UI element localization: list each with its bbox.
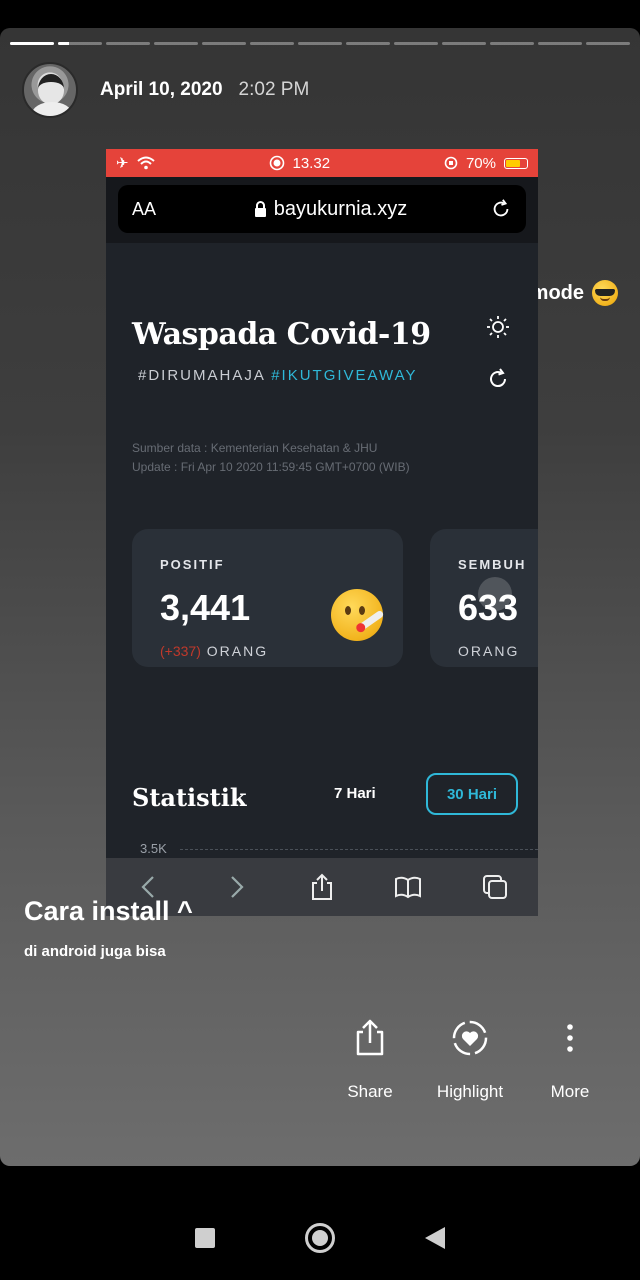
- page-title: Waspada Covid-19: [132, 317, 431, 352]
- share-icon[interactable]: [307, 872, 337, 902]
- card-label: SEMBUH: [458, 557, 527, 572]
- highlight-heart-icon: [452, 1020, 488, 1056]
- hashtags: #DIRUMAHAJA #IKUTGIVEAWAY: [138, 367, 418, 384]
- progress-segment: [538, 42, 582, 45]
- url-text[interactable]: bayukurnia.xyz: [274, 198, 407, 221]
- airplane-icon: ✈: [116, 155, 129, 172]
- reader-aa-button[interactable]: AA: [132, 199, 172, 220]
- progress-segment: [346, 42, 390, 45]
- story-progress: [10, 42, 630, 45]
- card-delta: (+337): [160, 643, 201, 659]
- forward-chevron-icon[interactable]: [221, 872, 251, 902]
- more-vertical-icon: [567, 1024, 573, 1052]
- battery-percent: 70%: [465, 154, 496, 172]
- browser-address-area: AA bayukurnia.xyz: [106, 177, 538, 243]
- hashtag-dirumahaja: #DIRUMAHAJA: [138, 367, 266, 384]
- address-bar[interactable]: AA bayukurnia.xyz: [118, 185, 526, 233]
- embedded-screenshot: ✈ 13.32 70% AA bayukurnia.xyz Waspada Co…: [106, 149, 538, 916]
- progress-segment: [394, 42, 438, 45]
- share-label: Share: [347, 1082, 393, 1101]
- phone-status-bar: ✈ 13.32 70%: [106, 149, 538, 177]
- progress-segment: [202, 42, 246, 45]
- share-button[interactable]: Share: [320, 1018, 420, 1102]
- story-header: April 10, 2020 2:02 PM: [22, 62, 309, 118]
- card-value: 3,441: [160, 587, 251, 628]
- back-triangle-icon[interactable]: [425, 1227, 445, 1249]
- phone-time: 13.32: [292, 154, 331, 172]
- highlight-label: Highlight: [436, 1082, 504, 1101]
- thermometer-face-emoji-icon: [331, 589, 385, 641]
- progress-segment: [442, 42, 486, 45]
- story-subcaption: di android juga bisa: [24, 943, 166, 960]
- recents-square-icon[interactable]: [195, 1228, 215, 1248]
- statistics-title: Statistik: [132, 783, 247, 812]
- battery-icon: [504, 157, 528, 169]
- progress-segment: [490, 42, 534, 45]
- progress-segment: [250, 42, 294, 45]
- story-date: April 10, 2020: [100, 79, 223, 100]
- progress-segment: [58, 42, 102, 45]
- highlight-button[interactable]: Highlight: [420, 1018, 520, 1102]
- card-label: POSITIF: [160, 557, 225, 572]
- avatar[interactable]: [22, 62, 78, 118]
- progress-segment: [154, 42, 198, 45]
- positive-card[interactable]: POSITIF 3,441 (+337) ORANG: [132, 529, 403, 667]
- story-caption: Cara install ^: [24, 896, 193, 926]
- rotation-lock-icon: [444, 156, 458, 170]
- record-icon: [269, 155, 284, 171]
- progress-segment: [298, 42, 342, 45]
- more-label: More: [550, 1082, 590, 1101]
- wifi-icon: [136, 156, 155, 170]
- android-nav-bar: [0, 1196, 640, 1280]
- refresh-icon[interactable]: [486, 367, 510, 391]
- progress-segment: [106, 42, 150, 45]
- y-axis-tick: 3.5K: [140, 841, 167, 856]
- reload-icon[interactable]: [490, 198, 512, 220]
- hashtag-ikutgiveaway[interactable]: #IKUTGIVEAWAY: [271, 367, 417, 384]
- bookmarks-icon[interactable]: [393, 872, 423, 902]
- home-circle-icon[interactable]: [305, 1223, 335, 1253]
- recovered-card[interactable]: SEMBUH 633 ORANG: [430, 529, 538, 667]
- card-unit: ORANG: [458, 643, 520, 659]
- tabs-icon[interactable]: [480, 872, 510, 902]
- web-content: Waspada Covid-19 #DIRUMAHAJA #IKUTGIVEAW…: [106, 243, 538, 858]
- sunglasses-emoji-icon: [592, 280, 618, 306]
- chart-gridline: [180, 849, 538, 850]
- story-actions: Share Highlight More: [320, 1018, 620, 1102]
- range-30-days-button[interactable]: 30 Hari: [426, 773, 518, 815]
- update-line: Update : Fri Apr 10 2020 11:59:45 GMT+07…: [132, 460, 410, 474]
- story-time: 2:02 PM: [238, 79, 310, 100]
- sun-icon[interactable]: [486, 315, 510, 339]
- progress-segment: [10, 42, 54, 45]
- source-line: Sumber data : Kementerian Kesehatan & JH…: [132, 441, 378, 455]
- more-button[interactable]: More: [520, 1018, 620, 1102]
- data-source: Sumber data : Kementerian Kesehatan & JH…: [132, 439, 410, 477]
- card-value: 633: [458, 587, 519, 628]
- range-7-days-button[interactable]: 7 Hari: [334, 785, 376, 802]
- progress-segment: [586, 42, 630, 45]
- lock-icon: [254, 200, 266, 217]
- card-unit: (+337) ORANG: [160, 643, 269, 659]
- share-icon: [356, 1019, 384, 1056]
